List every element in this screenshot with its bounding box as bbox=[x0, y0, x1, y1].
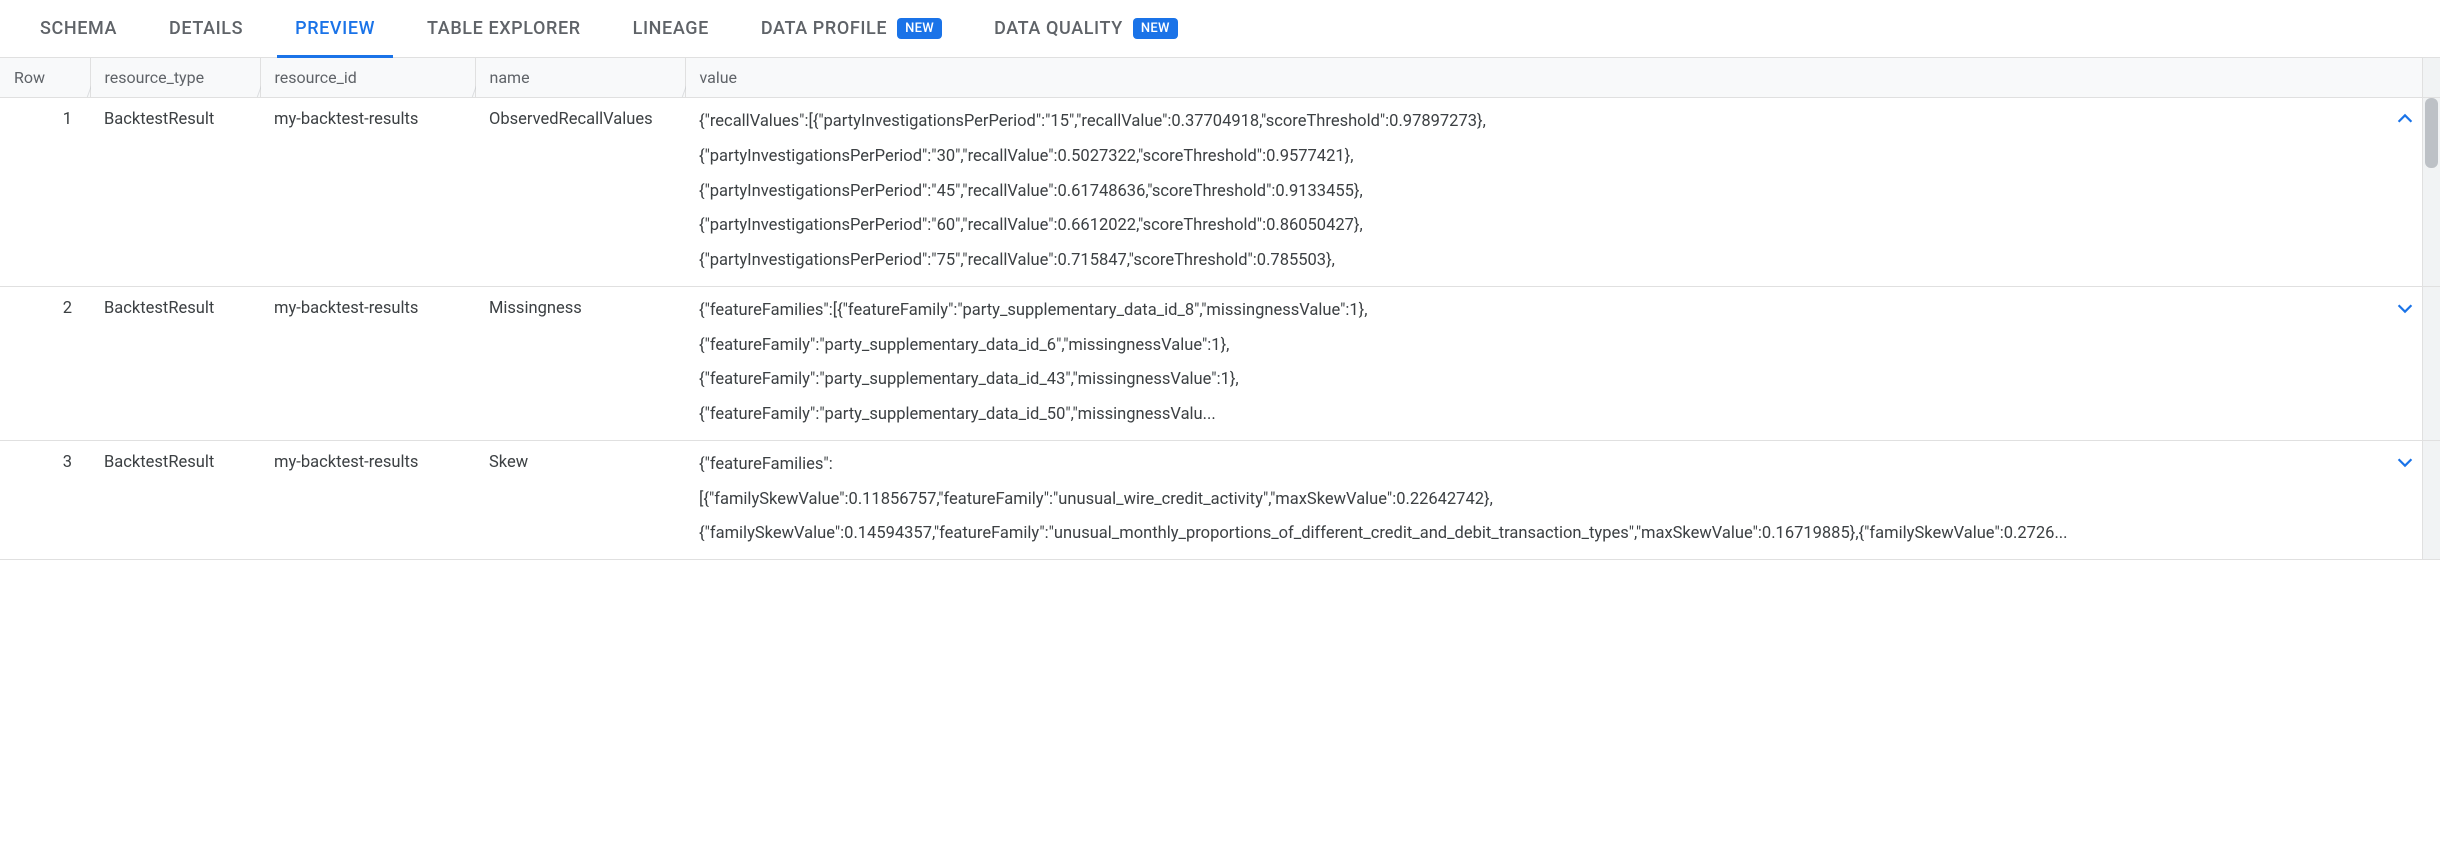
tab-lineage[interactable]: LINEAGE bbox=[633, 0, 709, 57]
tab-data-profile[interactable]: DATA PROFILE NEW bbox=[761, 0, 942, 57]
value-line: {"partyInvestigationsPerPeriod":"30","re… bbox=[699, 145, 2388, 170]
tab-label: DETAILS bbox=[169, 18, 243, 39]
value-line: {"partyInvestigationsPerPeriod":"45","re… bbox=[699, 180, 2388, 205]
col-header-name[interactable]: name bbox=[475, 58, 685, 98]
chevron-down-icon[interactable] bbox=[2394, 297, 2416, 319]
tab-label: DATA PROFILE bbox=[761, 18, 887, 39]
value-line: {"featureFamilies":[{"featureFamily":"pa… bbox=[699, 299, 2388, 324]
value-line: {"featureFamily":"party_supplementary_da… bbox=[699, 368, 2388, 393]
table-row: 1BacktestResultmy-backtest-resultsObserv… bbox=[0, 98, 2440, 287]
col-header-resource-id[interactable]: resource_id bbox=[260, 58, 475, 98]
table-row: 3BacktestResultmy-backtest-resultsSkew{"… bbox=[0, 440, 2440, 559]
value-line: {"familySkewValue":0.14594357,"featureFa… bbox=[699, 522, 2388, 547]
cell-value: {"recallValues":[{"partyInvestigationsPe… bbox=[685, 98, 2422, 287]
chevron-down-icon[interactable] bbox=[2394, 451, 2416, 473]
new-badge: NEW bbox=[897, 18, 942, 39]
cell-row: 1 bbox=[0, 98, 90, 287]
cell-row: 3 bbox=[0, 440, 90, 559]
cell-resource-id: my-backtest-results bbox=[260, 286, 475, 440]
col-header-value[interactable]: value bbox=[685, 58, 2422, 98]
tab-data-quality[interactable]: DATA QUALITY NEW bbox=[994, 0, 1178, 57]
value-line: {"recallValues":[{"partyInvestigationsPe… bbox=[699, 110, 2388, 135]
scrollbar-track[interactable] bbox=[2422, 286, 2440, 440]
cell-resource-type: BacktestResult bbox=[90, 98, 260, 287]
value-line: {"featureFamilies": bbox=[699, 453, 2388, 478]
tabs-bar: SCHEMA DETAILS PREVIEW TABLE EXPLORER LINEAG… bbox=[0, 0, 2440, 58]
chevron-up-icon[interactable] bbox=[2394, 108, 2416, 130]
value-line: [{"familySkewValue":0.11856757,"featureF… bbox=[699, 488, 2388, 513]
scrollbar-track[interactable] bbox=[2422, 440, 2440, 559]
cell-name: Skew bbox=[475, 440, 685, 559]
col-header-resource-type[interactable]: resource_type bbox=[90, 58, 260, 98]
cell-resource-id: my-backtest-results bbox=[260, 440, 475, 559]
cell-name: ObservedRecallValues bbox=[475, 98, 685, 287]
col-header-row[interactable]: Row bbox=[0, 58, 90, 98]
cell-resource-type: BacktestResult bbox=[90, 286, 260, 440]
cell-row: 2 bbox=[0, 286, 90, 440]
tab-details[interactable]: DETAILS bbox=[169, 0, 243, 57]
tab-label: DATA QUALITY bbox=[994, 18, 1123, 39]
tab-label: TABLE EXPLORER bbox=[427, 18, 581, 39]
value-line: {"featureFamily":"party_supplementary_da… bbox=[699, 403, 2388, 428]
scrollbar-header bbox=[2422, 58, 2440, 98]
preview-table: Row resource_type resource_id name value… bbox=[0, 58, 2440, 560]
table-row: 2BacktestResultmy-backtest-resultsMissin… bbox=[0, 286, 2440, 440]
tab-schema[interactable]: SCHEMA bbox=[40, 0, 117, 57]
tab-preview[interactable]: PREVIEW bbox=[295, 0, 375, 57]
new-badge: NEW bbox=[1133, 18, 1178, 39]
cell-name: Missingness bbox=[475, 286, 685, 440]
tab-label: SCHEMA bbox=[40, 18, 117, 39]
value-line: {"featureFamily":"party_supplementary_da… bbox=[699, 334, 2388, 359]
tab-label: LINEAGE bbox=[633, 18, 709, 39]
value-line: {"partyInvestigationsPerPeriod":"75","re… bbox=[699, 249, 2388, 274]
cell-resource-id: my-backtest-results bbox=[260, 98, 475, 287]
scrollbar-track[interactable] bbox=[2422, 98, 2440, 287]
cell-value: {"featureFamilies":[{"featureFamily":"pa… bbox=[685, 286, 2422, 440]
tab-label: PREVIEW bbox=[295, 18, 375, 39]
cell-resource-type: BacktestResult bbox=[90, 440, 260, 559]
scrollbar-thumb[interactable] bbox=[2425, 98, 2439, 168]
cell-value: {"featureFamilies": [{"familySkewValue":0… bbox=[685, 440, 2422, 559]
tab-table-explorer[interactable]: TABLE EXPLORER bbox=[427, 0, 581, 57]
value-line: {"partyInvestigationsPerPeriod":"60","re… bbox=[699, 214, 2388, 239]
